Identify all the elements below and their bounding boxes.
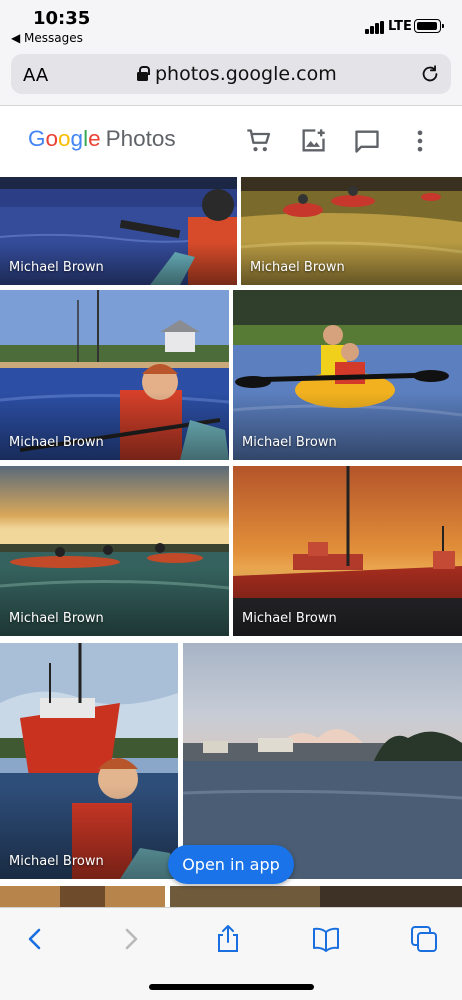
text-size-button[interactable]: AA	[23, 65, 48, 86]
status-time: 10:35	[33, 8, 91, 29]
photo-owner: Michael Brown	[9, 435, 104, 450]
comment-icon[interactable]	[353, 127, 381, 155]
url-display[interactable]: photos.google.com	[137, 63, 337, 85]
home-indicator	[149, 984, 314, 990]
back-icon[interactable]	[20, 924, 50, 954]
photo-tile[interactable]: Michael Brown	[233, 466, 462, 636]
photo-owner: Michael Brown	[9, 611, 104, 626]
google-photos-logo[interactable]: Google Photos	[28, 126, 176, 152]
brand-letter: G	[28, 126, 46, 151]
photo-image	[183, 643, 462, 879]
photo-owner: Michael Brown	[9, 854, 104, 869]
brand-letter: o	[58, 126, 71, 151]
text-size-label: AA	[23, 65, 49, 86]
brand-letter: g	[70, 126, 84, 151]
url-text: photos.google.com	[155, 63, 337, 85]
photos-wordmark: Photos	[105, 126, 176, 151]
address-bar[interactable]: AA photos.google.com	[11, 54, 451, 94]
reload-icon[interactable]	[419, 63, 441, 85]
photo-grid: Michael Brown Michael Brown Michael Brow…	[0, 177, 462, 907]
photo-tile[interactable]	[170, 886, 462, 907]
photo-tile[interactable]: Michael Brown	[233, 290, 462, 460]
browser-address-area: AA photos.google.com	[0, 48, 462, 106]
battery-icon	[414, 19, 444, 33]
photo-tile[interactable]: Michael Brown	[0, 177, 237, 285]
photos-header: Google Photos	[0, 107, 462, 177]
photo-owner: Michael Brown	[250, 260, 345, 275]
open-in-app-button[interactable]: Open in app	[168, 845, 294, 884]
bookmarks-icon[interactable]	[311, 924, 341, 954]
google-wordmark: Google	[28, 126, 101, 151]
photo-image	[170, 886, 462, 907]
more-vert-icon[interactable]	[406, 127, 434, 155]
photo-tile[interactable]	[0, 886, 165, 907]
forward-icon[interactable]	[116, 924, 146, 954]
photo-owner: Michael Brown	[9, 260, 104, 275]
brand-letter: o	[45, 126, 59, 151]
photo-tile[interactable]	[183, 643, 462, 879]
photo-image	[0, 886, 165, 907]
photo-owner: Michael Brown	[242, 611, 337, 626]
back-to-messages-link[interactable]: ◀ Messages	[11, 31, 83, 45]
signal-icon	[365, 21, 385, 34]
photo-owner: Michael Brown	[242, 435, 337, 450]
share-icon[interactable]	[213, 924, 243, 954]
add-photo-icon[interactable]	[299, 127, 327, 155]
photo-tile[interactable]: Michael Brown	[241, 177, 462, 285]
network-label: LTE	[388, 19, 412, 34]
brand-letter: e	[88, 126, 101, 151]
tabs-icon[interactable]	[409, 924, 439, 954]
cart-icon[interactable]	[245, 127, 273, 155]
lock-icon	[137, 66, 150, 81]
photo-tile[interactable]: Michael Brown	[0, 643, 178, 879]
photo-tile[interactable]: Michael Brown	[0, 290, 229, 460]
photo-tile[interactable]: Michael Brown	[0, 466, 229, 636]
status-bar: 10:35 ◀ Messages LTE	[0, 0, 462, 48]
